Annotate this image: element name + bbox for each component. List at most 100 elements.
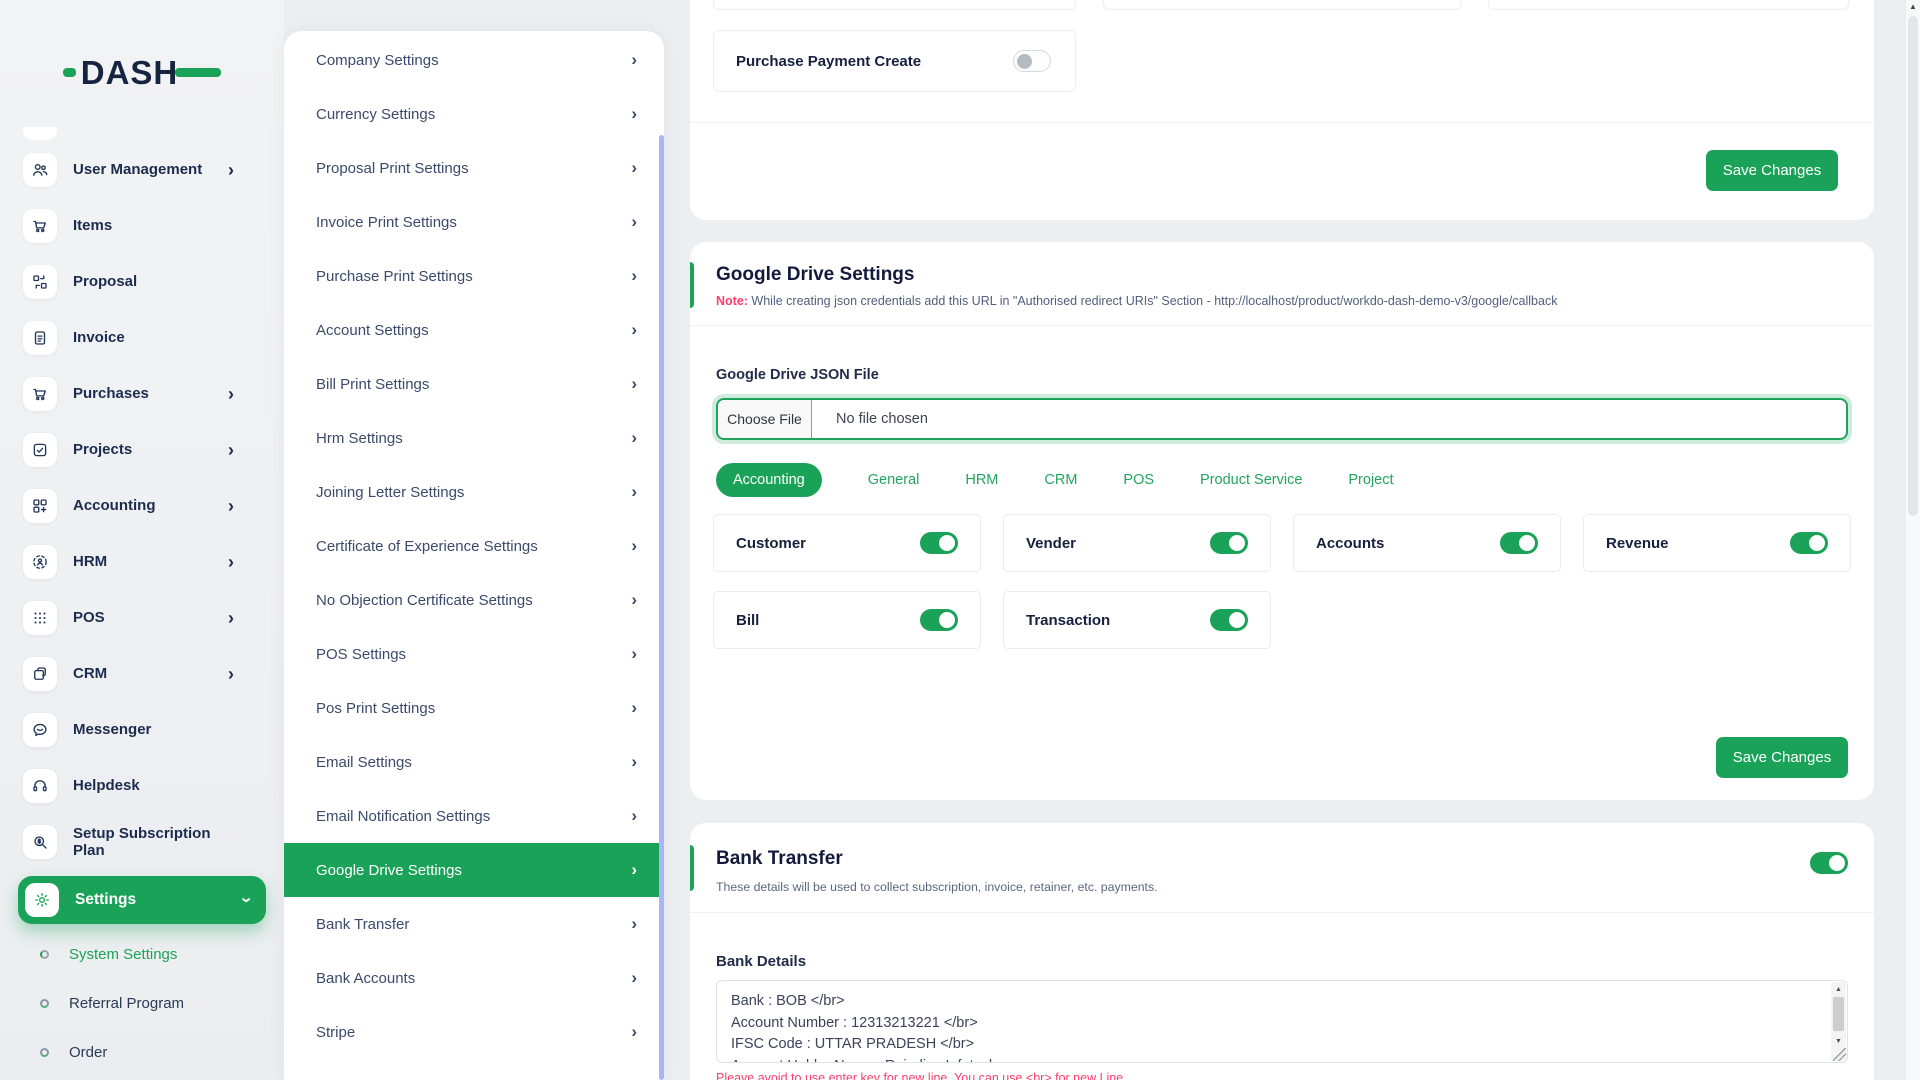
submenu-item-system-settings[interactable]: System Settings: [0, 930, 284, 979]
settings-nav-item-email-settings[interactable]: Email Settings ›: [284, 735, 664, 789]
settings-nav-item-pos-print-settings[interactable]: Pos Print Settings ›: [284, 681, 664, 735]
headset-icon: [23, 769, 57, 803]
settings-nav-item-pos-settings[interactable]: POS Settings ›: [284, 627, 664, 681]
bank-details-textarea[interactable]: Bank : BOB </br> Account Number : 1231321…: [716, 980, 1848, 1063]
bank-transfer-toggle[interactable]: [1810, 852, 1848, 874]
sidebar-item-crm[interactable]: CRM ›: [0, 646, 284, 702]
tab-hrm[interactable]: HRM: [965, 472, 998, 488]
tab-project[interactable]: Project: [1348, 472, 1393, 488]
scrollbar-thumb[interactable]: [1908, 16, 1918, 516]
tab-pos[interactable]: POS: [1123, 472, 1154, 488]
settings-nav-item-invoice-print-settings[interactable]: Invoice Print Settings ›: [284, 195, 664, 249]
submenu-item-label: Referral Program: [69, 995, 185, 1012]
toggle-knob: [1809, 535, 1825, 551]
revenue-toggle[interactable]: [1790, 532, 1828, 554]
settings-nav-item-no-objection-certificate-settings[interactable]: No Objection Certificate Settings ›: [284, 573, 664, 627]
transaction-toggle[interactable]: [1210, 609, 1248, 631]
save-changes-button[interactable]: Save Changes: [1706, 150, 1838, 191]
users-icon: [23, 153, 57, 187]
submenu-item-label: System Settings: [69, 946, 178, 963]
chevron-right-icon: ›: [631, 266, 637, 285]
sidebar-item-helpdesk[interactable]: Helpdesk: [0, 758, 284, 814]
settings-nav-item-hrm-settings[interactable]: Hrm Settings ›: [284, 411, 664, 465]
tab-general[interactable]: General: [868, 472, 920, 488]
settings-nav-item-joining-letter-settings[interactable]: Joining Letter Settings ›: [284, 465, 664, 519]
scroll-down-icon[interactable]: ▼: [1831, 1034, 1846, 1048]
settings-nav-item-account-settings[interactable]: Account Settings ›: [284, 303, 664, 357]
submenu-item-order[interactable]: Order: [0, 1028, 284, 1077]
chevron-right-icon: ›: [228, 608, 234, 628]
tab-product-service[interactable]: Product Service: [1200, 472, 1302, 488]
sidebar-item-projects[interactable]: Projects ›: [0, 422, 284, 478]
sidebar-item-user-management[interactable]: User Management ›: [0, 142, 284, 198]
bill-toggle[interactable]: [920, 609, 958, 631]
sidebar-menu: User Management › Items Proposal Invoice Purc…: [0, 142, 284, 1077]
scroll-up-icon[interactable]: ▲: [1831, 982, 1846, 996]
settings-nav-item-label: Bank Transfer: [316, 915, 410, 933]
person-dashed-icon: [23, 545, 57, 579]
chevron-right-icon: ›: [631, 482, 637, 501]
search-dollar-icon: [23, 825, 57, 859]
customer-toggle[interactable]: [920, 532, 958, 554]
tab-crm[interactable]: CRM: [1044, 472, 1077, 488]
sidebar-item-invoice[interactable]: Invoice: [0, 310, 284, 366]
settings-nav-item-purchase-print-settings[interactable]: Purchase Print Settings ›: [284, 249, 664, 303]
sidebar-item-label: Helpdesk: [73, 777, 140, 795]
resize-handle-icon[interactable]: [1833, 1048, 1846, 1061]
vender-toggle[interactable]: [1210, 532, 1248, 554]
settings-nav-item-certificate-of-experience-settings[interactable]: Certificate of Experience Settings ›: [284, 519, 664, 573]
settings-nav-item-stripe[interactable]: Stripe ›: [284, 1005, 664, 1059]
google-drive-note: Note: While creating json credentials ad…: [716, 294, 1557, 308]
settings-nav-item-email-notification-settings[interactable]: Email Notification Settings ›: [284, 789, 664, 843]
choose-file-button[interactable]: Choose File: [718, 400, 812, 438]
submenu-item-referral-program[interactable]: Referral Program: [0, 979, 284, 1028]
chevron-right-icon: ›: [631, 50, 637, 69]
page-scrollbar[interactable]: ▲: [1905, 0, 1920, 1080]
sidebar-item-label: Items: [73, 217, 113, 235]
module-label: Accounts: [1316, 534, 1385, 552]
settings-nav-item-currency-settings[interactable]: Currency Settings ›: [284, 87, 664, 141]
google-drive-settings-title: Google Drive Settings: [716, 264, 915, 285]
settings-nav-item-label: Bank Accounts: [316, 969, 416, 987]
chevron-right-icon: ›: [631, 644, 637, 663]
sidebar-item-accounting[interactable]: Accounting ›: [0, 478, 284, 534]
tab-accounting[interactable]: Accounting: [716, 463, 822, 497]
sidebar-item-items[interactable]: Items: [0, 198, 284, 254]
bank-details-line: IFSC Code : UTTAR PRADESH </br>: [731, 1036, 975, 1052]
sidebar-item-settings[interactable]: Settings ›: [18, 876, 266, 924]
sidebar-item-pos[interactable]: POS ›: [0, 590, 284, 646]
sidebar-item-hrm[interactable]: HRM ›: [0, 534, 284, 590]
chevron-right-icon: ›: [228, 552, 234, 572]
settings-nav-item-label: Pos Print Settings: [316, 699, 436, 717]
bullet-circle-icon: [40, 1048, 49, 1057]
settings-nav-item-google-drive-settings[interactable]: Google Drive Settings ›: [284, 843, 664, 897]
accounts-toggle[interactable]: [1500, 532, 1538, 554]
module-cell-accounts: Accounts: [1293, 514, 1561, 572]
save-changes-button[interactable]: Save Changes: [1716, 737, 1848, 778]
settings-nav-item-label: No Objection Certificate Settings: [316, 591, 533, 609]
purchase-payment-create-toggle[interactable]: [1013, 50, 1051, 72]
settings-nav-item-bill-print-settings[interactable]: Bill Print Settings ›: [284, 357, 664, 411]
sidebar-item-label: Messenger: [73, 721, 152, 739]
scroll-up-icon[interactable]: ▲: [1906, 2, 1920, 11]
sidebar-item-setup-subscription-plan[interactable]: Setup Subscription Plan: [0, 814, 284, 870]
module-toggle-grid: Customer Vender Accounts Revenue Bill Transac…: [713, 514, 1851, 649]
card-accent-bar: [690, 845, 694, 891]
scrollbar-thumb[interactable]: [1833, 997, 1844, 1031]
sidebar-item-messenger[interactable]: Messenger: [0, 702, 284, 758]
settings-nav-item-bank-transfer[interactable]: Bank Transfer ›: [284, 897, 664, 951]
chevron-right-icon: ›: [631, 428, 637, 447]
settings-nav-item-proposal-print-settings[interactable]: Proposal Print Settings ›: [284, 141, 664, 195]
sidebar-item-purchases[interactable]: Purchases ›: [0, 366, 284, 422]
settings-nav-item-bank-accounts[interactable]: Bank Accounts ›: [284, 951, 664, 1005]
divider: [690, 325, 1874, 326]
dash-logo: DASH: [0, 56, 284, 89]
note-label: Note:: [716, 294, 748, 308]
google-drive-json-file-input[interactable]: Choose File No file chosen: [716, 398, 1848, 440]
settings-nav-item-company-settings[interactable]: Company Settings ›: [284, 33, 664, 87]
sidebar-item-proposal[interactable]: Proposal: [0, 254, 284, 310]
settings-nav-item-paypal[interactable]: Paypal›: [284, 1059, 664, 1080]
sidebar-item-label: HRM: [73, 553, 108, 571]
sidebar-item-label: CRM: [73, 665, 108, 683]
chevron-right-icon: ›: [631, 752, 637, 771]
